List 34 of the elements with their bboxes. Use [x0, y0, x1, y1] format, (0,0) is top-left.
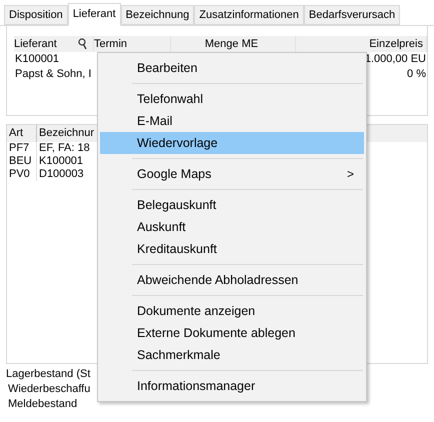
- submenu-arrow: >: [346, 166, 354, 183]
- table-cell-text: K100001: [14, 52, 60, 68]
- table-cell-text: Papst & Sohn, I: [14, 67, 92, 82]
- table-cell: PV0: [7, 168, 37, 181]
- tab[interactable]: Lieferant: [68, 3, 121, 26]
- field-label: Wiederbeschaffu: [7, 382, 90, 397]
- tab[interactable]: Disposition: [4, 5, 68, 25]
- table-cell: PF7: [7, 142, 37, 155]
- menu-item[interactable]: Sachmerkmale: [100, 344, 364, 366]
- menu-item[interactable]: Dokumente anzeigen: [100, 300, 364, 322]
- menu-item[interactable]: Kreditauskunft: [100, 238, 364, 260]
- field-label: Meldebestand: [7, 397, 78, 412]
- menu-item[interactable]: Auskunft: [100, 216, 364, 238]
- column-header[interactable]: Art: [7, 125, 37, 142]
- table-cell-text: 0 %: [407, 67, 427, 82]
- menu-item[interactable]: Informationsmanager: [100, 375, 364, 397]
- search-icon[interactable]: [78, 38, 88, 50]
- menu-item[interactable]: Telefonwahl: [100, 88, 364, 110]
- table-cell-text: K100001: [38, 155, 84, 168]
- menu-item[interactable]: Abweichende Abholadressen: [100, 269, 364, 291]
- field-label: Lagerbestand (St: [6, 367, 90, 382]
- menu-item[interactable]: Google Maps >: [100, 163, 364, 185]
- table-cell: BEU: [7, 155, 37, 168]
- tab[interactable]: Bedarfsverursach: [304, 5, 400, 25]
- tab[interactable]: Bezeichnung: [120, 5, 194, 25]
- tab[interactable]: Zusatzinformationen: [194, 5, 304, 25]
- menu-item[interactable]: Wiedervorlage: [100, 132, 364, 154]
- menu-item[interactable]: Externe Dokumente ablegen: [100, 322, 364, 344]
- menu-item[interactable]: Belegauskunft: [100, 194, 364, 216]
- menu-item[interactable]: Bearbeiten: [100, 57, 364, 79]
- table-cell-text: 1.000,00 EU: [364, 52, 427, 68]
- table-cell-text: D100003: [38, 168, 85, 181]
- column-header[interactable]: Lieferant: [14, 36, 94, 52]
- table-cell-text: EF, FA: 18: [38, 142, 91, 155]
